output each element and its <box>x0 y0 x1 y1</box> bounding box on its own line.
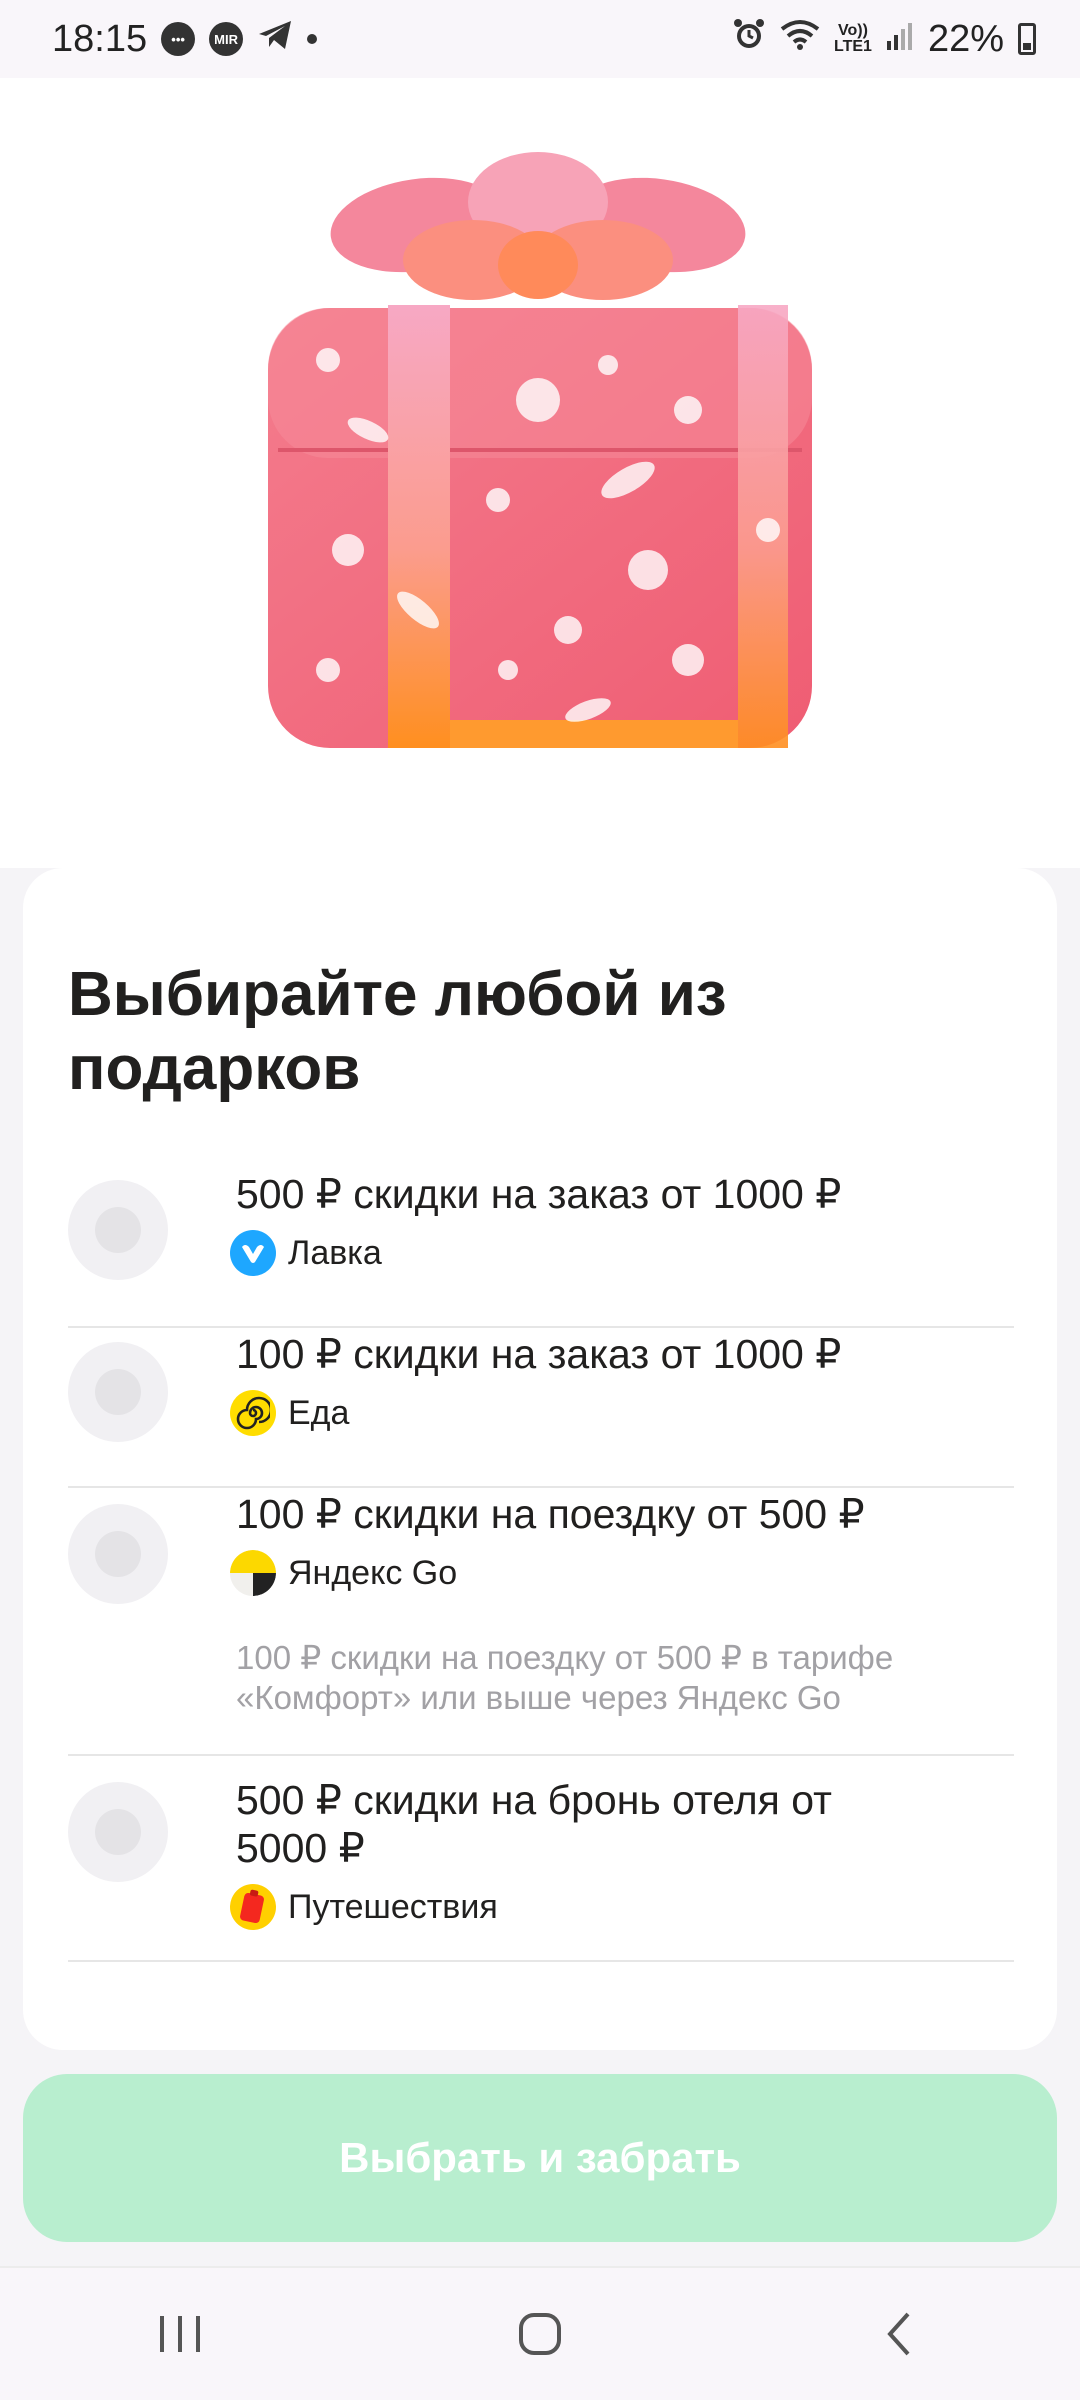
radio-indicator <box>95 1207 141 1253</box>
option-title: 500 ₽ скидки на заказ от 1000 ₽ <box>236 1171 842 1217</box>
hero-area <box>0 78 1080 868</box>
option-service-label: Еда <box>288 1393 350 1432</box>
option-note: 100 ₽ скидки на поездку от 500 ₽ в тариф… <box>236 1639 894 1716</box>
signal-icon <box>886 18 914 61</box>
status-right: Vo)) LTE1 22% <box>732 17 1036 61</box>
status-left: 18:15 ••• MIR <box>52 17 318 61</box>
gifts-card: Выбирайте любой из подарков 500 ₽ скидки… <box>23 868 1057 2050</box>
travel-icon <box>230 1884 276 1930</box>
volte-top-label: Vo)) <box>838 22 868 39</box>
option-title: 100 ₽ скидки на заказ от 1000 ₽ <box>236 1331 842 1377</box>
gift-box-illustration <box>268 152 812 748</box>
radio-button[interactable] <box>68 1180 168 1280</box>
wifi-icon <box>780 18 820 61</box>
battery-icon <box>1018 23 1036 55</box>
radio-indicator <box>95 1369 141 1415</box>
select-and-take-button[interactable]: Выбрать и забрать <box>23 2074 1057 2242</box>
alarm-icon <box>732 17 766 61</box>
option-service: Яндекс Go <box>230 1550 457 1596</box>
option-service-label: Лавка <box>288 1233 382 1272</box>
option-service: Лавка <box>230 1230 382 1276</box>
back-icon[interactable] <box>840 2294 960 2374</box>
option-service: Еда <box>230 1390 349 1436</box>
status-bar: 18:15 ••• MIR Vo)) LTE1 22% <box>0 0 1080 78</box>
yandex-go-icon <box>230 1550 276 1596</box>
option-service-label: Яндекс Go <box>288 1553 458 1592</box>
radio-button[interactable] <box>68 1342 168 1442</box>
eda-icon <box>230 1390 276 1436</box>
option-service-label: Путешествия <box>288 1887 498 1926</box>
volte-bottom-label: LTE1 <box>834 38 872 55</box>
gift-option-travel[interactable]: 500 ₽ скидки на бронь отеля от 5000 ₽ Пу… <box>68 1756 1014 1962</box>
option-service: Путешествия <box>230 1884 498 1930</box>
gift-option-yandex-go[interactable]: 100 ₽ скидки на поездку от 500 ₽ Яндекс … <box>68 1488 1014 1756</box>
card-title: Выбирайте любой из подарков <box>68 960 727 1103</box>
lavka-icon <box>230 1230 276 1276</box>
dot-icon <box>307 34 318 44</box>
recent-apps-icon[interactable] <box>120 2294 240 2374</box>
status-time: 18:15 <box>52 17 148 60</box>
mir-icon: MIR <box>209 22 244 56</box>
radio-indicator <box>95 1531 141 1577</box>
option-title: 100 ₽ скидки на поездку от 500 ₽ <box>236 1491 865 1537</box>
battery-percent: 22% <box>927 17 1004 60</box>
system-nav-bar <box>0 2266 1080 2400</box>
gift-option-eda[interactable]: 100 ₽ скидки на заказ от 1000 ₽ Еда <box>68 1328 1014 1488</box>
home-icon[interactable] <box>480 2294 600 2374</box>
volte-icon: Vo)) LTE1 <box>834 23 872 55</box>
radio-indicator <box>95 1809 141 1855</box>
radio-button[interactable] <box>68 1782 168 1882</box>
telegram-icon <box>257 18 293 61</box>
gift-option-lavka[interactable]: 500 ₽ скидки на заказ от 1000 ₽ Лавка <box>68 1168 1014 1328</box>
option-title: 500 ₽ скидки на бронь отеля от 5000 ₽ <box>236 1777 832 1871</box>
chat-icon: ••• <box>161 22 196 56</box>
radio-button[interactable] <box>68 1504 168 1604</box>
